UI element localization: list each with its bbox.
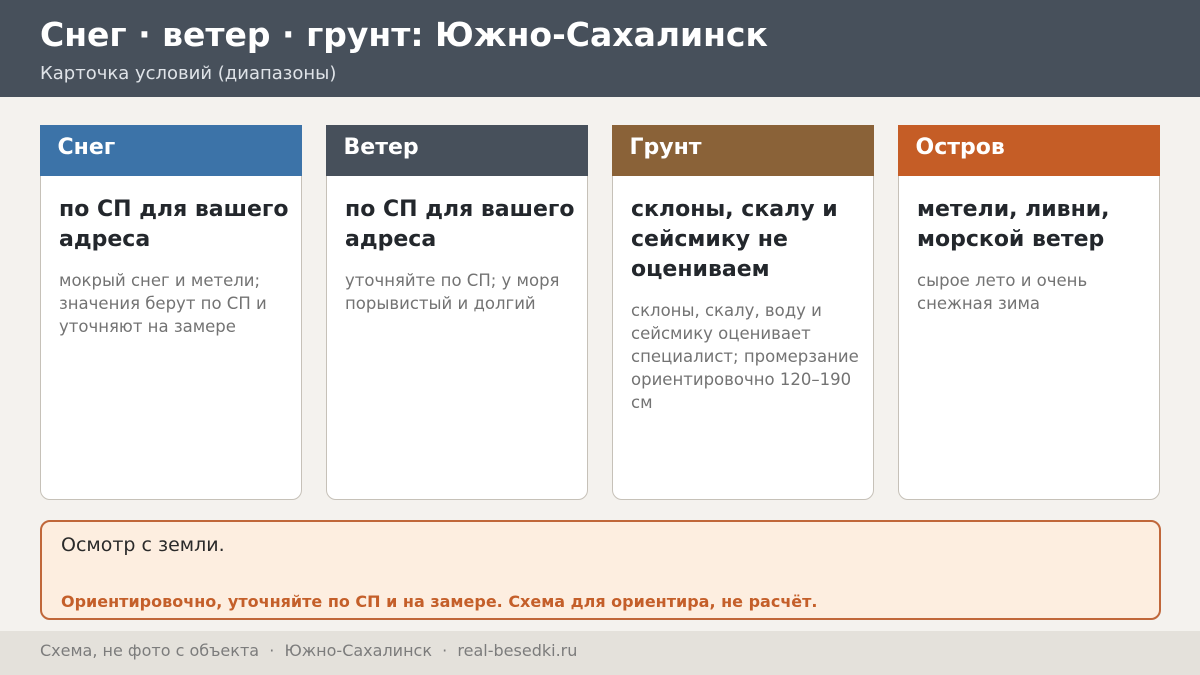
notice-box: Осмотр с земли. Ориентировочно, уточняйт…: [40, 520, 1161, 620]
card-header: Ветер: [325, 124, 588, 176]
header: Снег · ветер · грунт: Южно-Сахалинск Кар…: [0, 0, 1200, 97]
card-island: Остров метели, ливни, морской ветер сыро…: [897, 124, 1160, 500]
card-note: мокрый снег и метели; значения берут по …: [59, 271, 267, 336]
card-note: уточняйте по СП; у моря порывистый и дол…: [345, 271, 560, 313]
card-value: метели, ливни, морской ветер: [917, 197, 1110, 252]
card-note: сырое лето и очень снежная зима: [917, 271, 1088, 313]
card-soil: Грунт склоны, скалу и сейсмику не оценив…: [611, 124, 874, 500]
card-wind: Ветер по СП для вашего адреса уточняйте …: [325, 124, 588, 500]
footer: Схема, не фото с объекта · Южно-Сахалинс…: [0, 631, 1200, 675]
card-value: по СП для вашего адреса: [345, 197, 575, 252]
notice-text: Осмотр с земли.: [61, 534, 225, 556]
card-header: Остров: [897, 124, 1160, 176]
footer-text: Схема, не фото с объекта · Южно-Сахалинс…: [40, 641, 578, 660]
card-note: склоны, скалу, воду и сейсмику оценивает…: [631, 301, 859, 412]
card-value: склоны, скалу и сейсмику не оцениваем: [631, 197, 838, 282]
card-header: Грунт: [611, 124, 874, 176]
page-title: Снег · ветер · грунт: Южно-Сахалинск: [40, 15, 768, 54]
card-value: по СП для вашего адреса: [59, 197, 289, 252]
card-snow: Снег по СП для вашего адреса мокрый снег…: [39, 124, 302, 500]
card-header: Снег: [39, 124, 302, 176]
page-subtitle: Карточка условий (диапазоны): [40, 63, 337, 84]
notice-warning: Ориентировочно, уточняйте по СП и на зам…: [61, 592, 818, 611]
